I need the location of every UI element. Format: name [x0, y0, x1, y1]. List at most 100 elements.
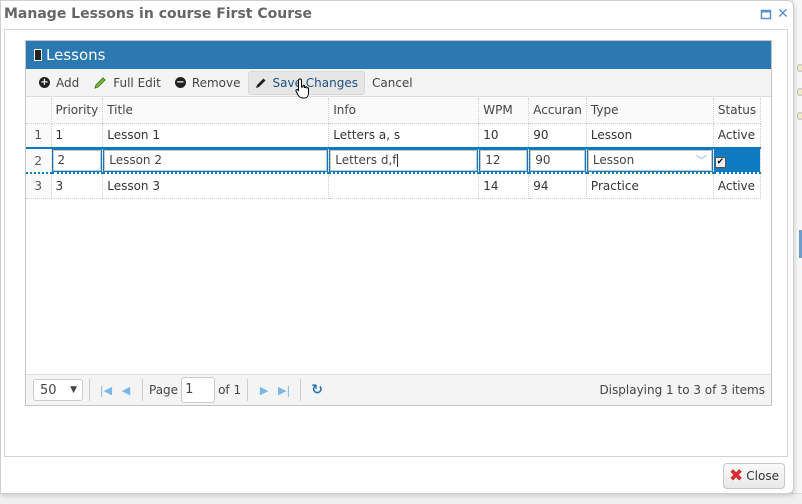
column-header-status[interactable]: Status	[713, 98, 762, 124]
cell-priority: 2	[51, 147, 104, 174]
cell-info: Letters d,f	[328, 147, 480, 174]
info-input[interactable]: Letters d,f	[330, 150, 478, 171]
column-header-wpm[interactable]: WPM	[478, 98, 530, 124]
accuracy-value: 90	[535, 153, 551, 167]
page-number-input[interactable]: 1	[181, 377, 216, 403]
cell-title[interactable]: Lesson 1	[102, 123, 330, 149]
add-label: Add	[56, 75, 80, 90]
red-x-icon: ✖	[729, 466, 744, 486]
row-number: 2	[26, 147, 52, 174]
cancel-label: Cancel	[371, 75, 413, 90]
cell-info[interactable]: Letters a, s	[328, 123, 480, 149]
text-caret	[396, 154, 398, 167]
first-page-icon[interactable]: |◀	[96, 384, 116, 397]
pager-separator	[89, 379, 90, 401]
type-value: Lesson	[592, 153, 635, 167]
cell-title[interactable]: Lesson 3	[102, 173, 330, 199]
cell-priority[interactable]: 1	[51, 123, 104, 149]
remove-label: Remove	[191, 75, 241, 90]
accuracy-input[interactable]: 90	[530, 150, 585, 171]
cell-priority[interactable]: 3	[51, 173, 104, 199]
row-number: 1	[26, 123, 52, 149]
cell-status[interactable]: Active	[713, 173, 762, 199]
cell-info[interactable]	[328, 173, 480, 199]
column-header-type[interactable]: Type	[586, 98, 714, 124]
save-changes-label: Save Changes	[272, 75, 358, 90]
next-page-icon[interactable]: ▶	[254, 384, 274, 397]
pager-separator	[142, 379, 143, 401]
lessons-panel: Lessons + Add Full Edit − Remove Save Ch…	[25, 40, 772, 406]
background-icon	[797, 112, 802, 120]
minus-circle-icon: −	[174, 77, 186, 88]
close-label: Close	[746, 469, 779, 483]
cell-type: Lesson ﹀	[586, 147, 714, 174]
page-label: Page	[149, 383, 179, 397]
close-icon[interactable]: ✕	[777, 7, 789, 21]
cell-type[interactable]: Lesson	[586, 123, 714, 149]
chevron-down-icon[interactable]: ﹀	[696, 151, 707, 170]
column-header-title[interactable]: Title	[102, 98, 330, 124]
title-input[interactable]: Lesson 2	[104, 150, 328, 171]
table-row-editing[interactable]: 2 2 Lesson 2 Letters d,f 12 90 Lesson ﹀ ✔	[26, 147, 762, 174]
priority-input[interactable]: 2	[52, 150, 102, 171]
cell-wpm[interactable]: 10	[478, 123, 530, 149]
priority-value: 2	[57, 153, 66, 167]
dialog-content: Lessons + Add Full Edit − Remove Save Ch…	[4, 29, 788, 457]
manage-lessons-dialog: Manage Lessons in course First Course ✕ …	[0, 0, 794, 494]
column-header-priority[interactable]: Priority	[51, 98, 104, 124]
cell-type[interactable]: Practice	[586, 173, 714, 199]
close-button[interactable]: ✖ Close	[723, 463, 785, 489]
page-count-label: of 1	[218, 383, 242, 397]
pencil-icon	[94, 76, 106, 89]
pager-info: Displaying 1 to 3 of 3 items	[599, 383, 765, 397]
refresh-icon[interactable]: ↻	[307, 382, 327, 398]
type-select[interactable]: Lesson ﹀	[587, 150, 712, 171]
title-value: Lesson 2	[109, 153, 162, 167]
maximize-icon[interactable]	[760, 8, 772, 20]
dropdown-triangle-icon: ▼	[70, 385, 77, 395]
wpm-value: 12	[485, 153, 501, 167]
background-app-bottom	[0, 493, 802, 504]
book-icon	[34, 49, 42, 61]
hand-cursor-icon	[295, 78, 309, 99]
panel-title: Lessons	[46, 46, 106, 64]
status-checkbox[interactable]: ✔	[714, 157, 726, 168]
column-header-rownum	[26, 98, 52, 124]
grid-header-row: Priority Title Info WPM Accuran Type Sta…	[26, 98, 762, 124]
add-button[interactable]: + Add	[32, 71, 86, 95]
info-value: Letters d,f	[335, 153, 397, 167]
dialog-title: Manage Lessons in course First Course	[4, 6, 312, 22]
cell-wpm[interactable]: 14	[478, 173, 530, 199]
background-icon	[797, 64, 802, 72]
cell-accuracy: 90	[528, 147, 587, 174]
page-size-select[interactable]: 50 ▼	[33, 379, 83, 401]
wpm-input[interactable]: 12	[480, 150, 528, 171]
grid-pager: 50 ▼ |◀ ◀ Page 1 of 1 ▶ ▶| ↻ Displaying …	[26, 374, 771, 405]
cell-status[interactable]: Active	[713, 123, 762, 149]
column-header-info[interactable]: Info	[328, 98, 480, 124]
panel-header: Lessons	[26, 41, 771, 69]
cell-title: Lesson 2	[102, 147, 330, 174]
column-header-accuracy[interactable]: Accuran	[528, 98, 587, 124]
cancel-button[interactable]: Cancel	[365, 71, 420, 95]
last-page-icon[interactable]: ▶|	[274, 384, 294, 397]
cell-accuracy[interactable]: 90	[528, 123, 587, 149]
cell-wpm: 12	[478, 147, 530, 174]
table-row[interactable]: 3 3 Lesson 3 14 94 Practice Active	[26, 173, 762, 199]
pencil-icon	[255, 78, 266, 88]
prev-page-icon[interactable]: ◀	[116, 384, 136, 397]
full-edit-label: Full Edit	[113, 75, 161, 90]
page-size-value: 50	[40, 382, 57, 398]
cell-accuracy[interactable]: 94	[528, 173, 587, 199]
full-edit-button[interactable]: Full Edit	[86, 71, 168, 95]
plus-circle-icon: +	[39, 77, 50, 88]
cell-status: ✔	[713, 147, 762, 174]
table-row[interactable]: 1 1 Lesson 1 Letters a, s 10 90 Lesson A…	[26, 123, 762, 149]
remove-button[interactable]: − Remove	[168, 71, 248, 95]
background-icon	[797, 88, 802, 96]
lessons-grid: Priority Title Info WPM Accuran Type Sta…	[26, 98, 762, 199]
grid-toolbar: + Add Full Edit − Remove Save Changes Ca…	[26, 69, 771, 97]
row-number: 3	[26, 173, 52, 199]
pager-separator	[300, 379, 302, 401]
pager-separator	[247, 379, 249, 401]
